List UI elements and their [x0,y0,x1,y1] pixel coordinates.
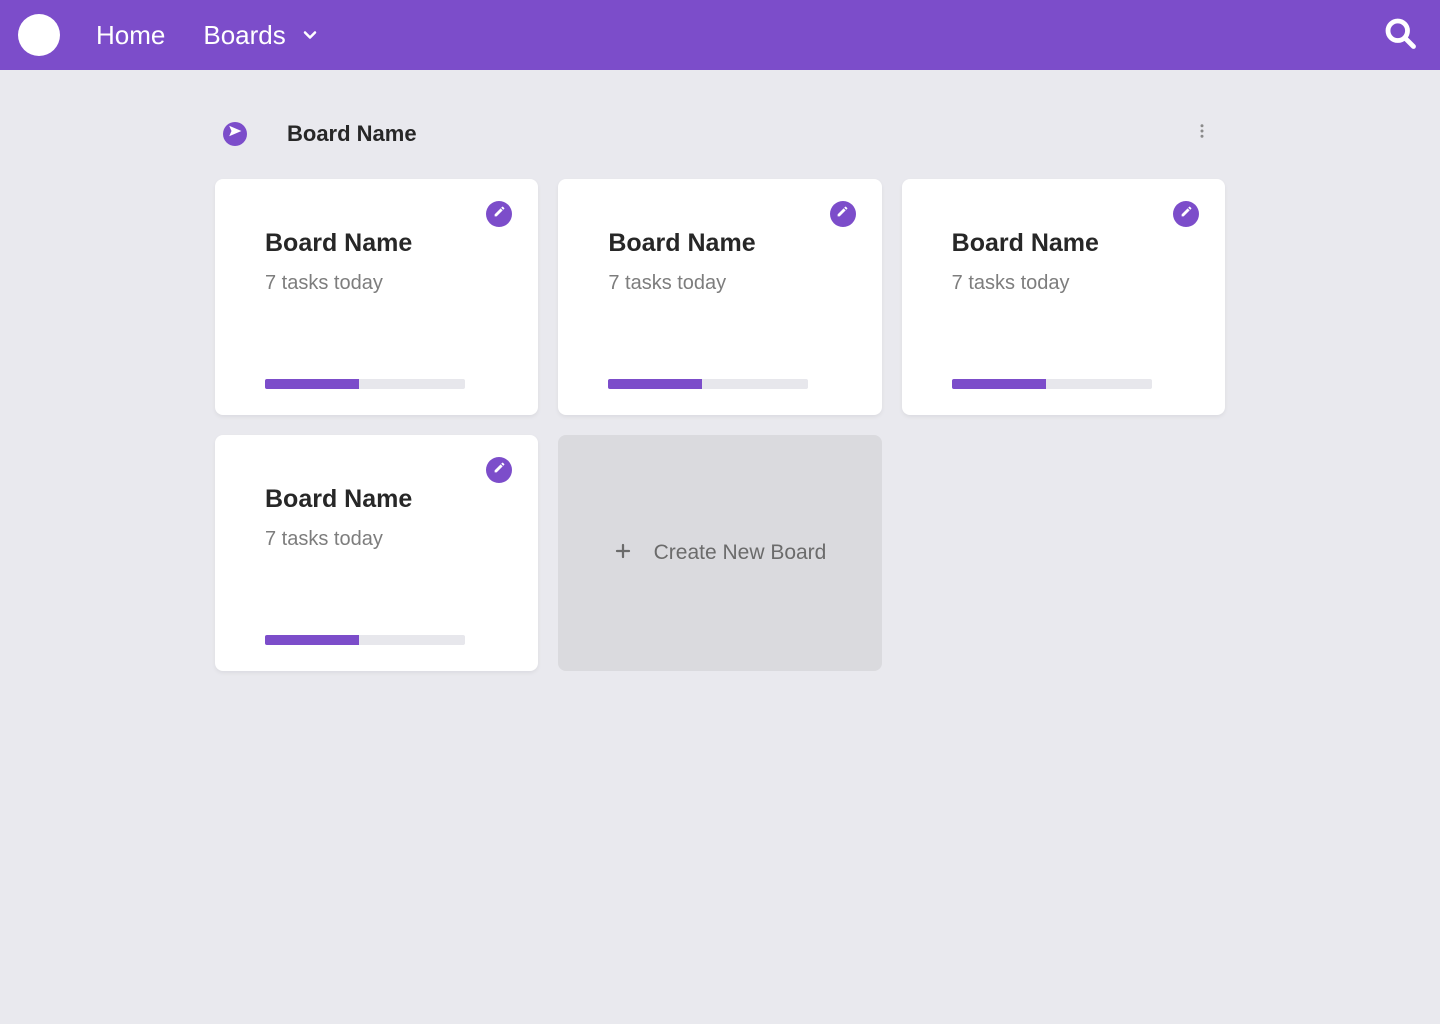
navbar: Home Boards [0,0,1440,70]
board-card-subtitle: 7 tasks today [265,272,488,295]
progress-fill [608,379,702,389]
page-title: Board Name [287,121,1187,147]
edit-button[interactable] [486,201,512,227]
pencil-icon [1180,205,1193,223]
search-icon [1382,38,1418,55]
page: Board Name Board Name 7 tasks today [215,70,1225,671]
pencil-icon [493,461,506,479]
board-card-title: Board Name [265,229,488,258]
create-board-card[interactable]: Create New Board [558,435,881,671]
progress-fill [265,635,359,645]
search-button[interactable] [1378,11,1422,60]
board-card-subtitle: 7 tasks today [608,272,831,295]
board-card-subtitle: 7 tasks today [952,272,1175,295]
board-card[interactable]: Board Name 7 tasks today [215,435,538,671]
board-card[interactable]: Board Name 7 tasks today [558,179,881,415]
logo[interactable] [18,14,60,56]
progress-fill [952,379,1046,389]
board-grid: Board Name 7 tasks today Board Name 7 ta… [215,179,1225,671]
pencil-icon [493,205,506,223]
more-vertical-icon [1193,127,1211,144]
nav-boards[interactable]: Boards [203,20,319,51]
chevron-down-icon [300,25,320,45]
edit-button[interactable] [486,457,512,483]
board-card[interactable]: Board Name 7 tasks today [215,179,538,415]
paper-plane-icon [228,124,242,143]
progress-bar [608,379,808,389]
more-button[interactable] [1187,116,1217,151]
board-card-title: Board Name [608,229,831,258]
pencil-icon [836,205,849,223]
nav-home[interactable]: Home [96,20,165,51]
page-header: Board Name [215,116,1225,151]
progress-fill [265,379,359,389]
edit-button[interactable] [1173,201,1199,227]
board-card-subtitle: 7 tasks today [265,528,488,551]
edit-button[interactable] [830,201,856,227]
plus-icon [614,540,632,566]
board-group-icon[interactable] [223,122,247,146]
nav-home-label: Home [96,20,165,51]
board-card-title: Board Name [952,229,1175,258]
board-card[interactable]: Board Name 7 tasks today [902,179,1225,415]
progress-bar [265,635,465,645]
board-card-title: Board Name [265,485,488,514]
progress-bar [952,379,1152,389]
nav-boards-label: Boards [203,20,285,51]
progress-bar [265,379,465,389]
create-board-label: Create New Board [654,541,827,565]
